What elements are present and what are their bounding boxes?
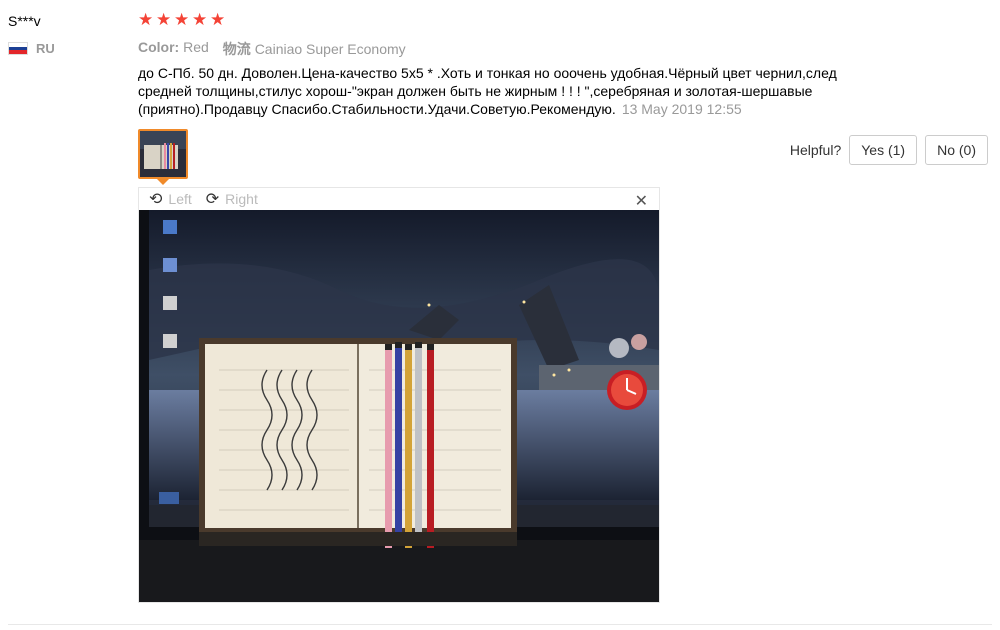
- rotate-left-button[interactable]: ⟲ Left: [149, 189, 192, 209]
- rotate-right-button[interactable]: ⟳ Right: [206, 189, 258, 209]
- star-rating: ★ ★ ★ ★ ★: [138, 11, 227, 28]
- order-info: Color: Red 物流 Cainiao Super Economy: [138, 39, 406, 59]
- reviewer-name: S***v: [8, 13, 41, 29]
- review-divider: [8, 624, 992, 625]
- star-icon: ★: [138, 10, 154, 29]
- star-icon: ★: [156, 10, 172, 29]
- helpful-voting: Helpful? Yes (1) No (0): [790, 135, 988, 165]
- rotate-right-label: Right: [225, 191, 258, 207]
- thumbnail-pointer: [157, 179, 169, 185]
- close-icon[interactable]: ✕: [635, 191, 648, 211]
- helpful-no-button[interactable]: No (0): [925, 135, 988, 165]
- rotate-left-label: Left: [168, 191, 192, 207]
- rotate-right-icon: ⟳: [205, 191, 220, 208]
- review-date: 13 May 2019 12:55: [621, 101, 742, 117]
- rotate-left-icon: ⟲: [149, 191, 163, 208]
- helpful-yes-button[interactable]: Yes (1): [849, 135, 918, 165]
- russia-flag-icon: [8, 42, 28, 55]
- helpful-label: Helpful?: [789, 142, 842, 158]
- star-icon: ★: [192, 10, 208, 29]
- color-value: Red: [183, 39, 209, 55]
- viewer-toolbar: ⟲ Left ⟳ Right ✕: [139, 188, 659, 210]
- review-body: до С-Пб. 50 дн. Доволен.Цена-качество 5х…: [138, 64, 868, 118]
- country-code: RU: [36, 41, 55, 56]
- star-icon: ★: [174, 10, 190, 29]
- review-photo-thumbnail[interactable]: [138, 129, 188, 179]
- photo-viewer: ⟲ Left ⟳ Right ✕: [138, 187, 660, 603]
- reviewer-country: RU: [8, 41, 55, 56]
- shipping-label: 物流: [222, 41, 251, 57]
- color-label: Color:: [138, 39, 180, 55]
- star-icon: ★: [210, 10, 226, 29]
- shipping-value: Cainiao Super Economy: [254, 41, 406, 57]
- review-photo: [139, 210, 659, 602]
